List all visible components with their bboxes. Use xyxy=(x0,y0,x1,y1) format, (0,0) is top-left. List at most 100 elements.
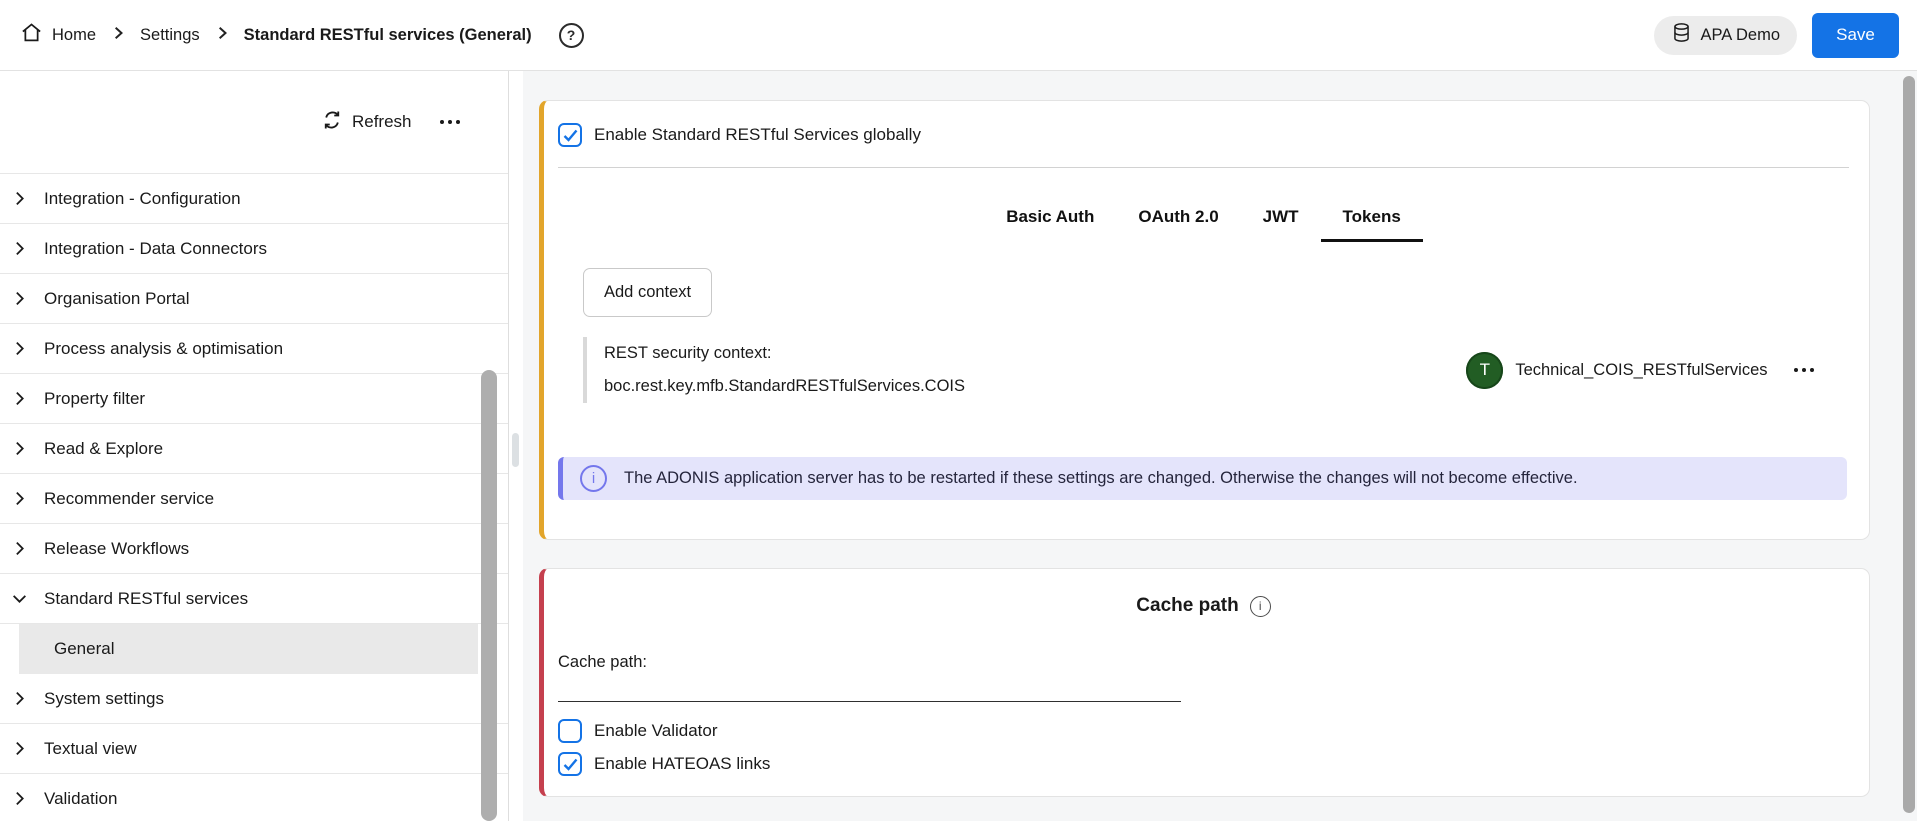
sidebar-item-label: Validation xyxy=(44,789,117,809)
enable-validator-label: Enable Validator xyxy=(594,721,718,741)
sidebar-item-validation[interactable]: Validation xyxy=(0,774,508,821)
settings-panels: Enable Standard RESTful Services globall… xyxy=(523,71,1917,821)
chevron-right-icon xyxy=(215,26,229,45)
sidebar-item-standard-restful-services[interactable]: Standard RESTful services xyxy=(0,574,508,624)
database-icon xyxy=(1671,22,1692,48)
add-context-button[interactable]: Add context xyxy=(583,268,712,317)
security-context-user: T Technical_COIS_RESTfulServices xyxy=(1466,352,1814,389)
settings-sidebar: Refresh Integration - Configuration Inte… xyxy=(0,71,509,821)
chevron-right-icon xyxy=(11,290,28,307)
breadcrumb-settings-label: Settings xyxy=(140,26,200,45)
chevron-right-icon xyxy=(11,240,28,257)
sidebar-item-label: System settings xyxy=(44,689,164,709)
sidebar-splitter-handle[interactable] xyxy=(512,433,519,467)
sidebar-item-label: Read & Explore xyxy=(44,439,163,459)
chevron-right-icon xyxy=(11,190,28,207)
cache-path-input[interactable] xyxy=(558,674,1181,702)
save-button[interactable]: Save xyxy=(1812,13,1899,58)
chevron-right-icon xyxy=(11,540,28,557)
enable-validator-checkbox[interactable] xyxy=(558,719,582,743)
top-bar: Home Settings Standard RESTful services … xyxy=(0,0,1917,71)
chevron-right-icon xyxy=(11,340,28,357)
header-actions: APA Demo Save xyxy=(1654,13,1899,58)
chevron-right-icon xyxy=(11,390,28,407)
sidebar-item-label: Process analysis & optimisation xyxy=(44,339,283,359)
sidebar-item-label: Integration - Configuration xyxy=(44,189,241,209)
chevron-right-icon xyxy=(11,440,28,457)
divider xyxy=(558,167,1849,168)
info-icon: i xyxy=(580,465,607,492)
settings-content-area: Enable Standard RESTful Services globall… xyxy=(509,71,1917,821)
refresh-icon xyxy=(322,110,342,135)
cache-path-header: Cache path i xyxy=(558,595,1849,617)
sidebar-item-label: Standard RESTful services xyxy=(44,589,248,609)
sidebar-item-integration-configuration[interactable]: Integration - Configuration xyxy=(0,174,508,224)
sidebar-item-label: Integration - Data Connectors xyxy=(44,239,267,259)
sidebar-item-textual-view[interactable]: Textual view xyxy=(0,724,508,774)
sidebar-more-icon[interactable] xyxy=(440,120,461,125)
breadcrumb-home-label: Home xyxy=(52,26,96,45)
restart-info-text: The ADONIS application server has to be … xyxy=(624,469,1578,488)
sidebar-item-integration-data-connectors[interactable]: Integration - Data Connectors xyxy=(0,224,508,274)
enable-validator-row: Enable Validator xyxy=(558,719,1849,743)
enable-rest-services-checkbox[interactable] xyxy=(558,123,582,147)
sidebar-subitem-general[interactable]: General xyxy=(19,624,478,674)
help-icon[interactable]: ? xyxy=(559,23,584,48)
enable-rest-services-row: Enable Standard RESTful Services globall… xyxy=(558,123,1849,147)
security-context-info: REST security context: boc.rest.key.mfb.… xyxy=(583,337,965,403)
avatar: T xyxy=(1466,352,1503,389)
tab-jwt[interactable]: JWT xyxy=(1241,204,1321,242)
sidebar-item-label: Property filter xyxy=(44,389,145,409)
breadcrumb: Home Settings Standard RESTful services … xyxy=(20,21,584,49)
restart-info-banner: i The ADONIS application server has to b… xyxy=(558,457,1847,500)
sidebar-subitem-label: General xyxy=(54,639,114,659)
chevron-right-icon xyxy=(111,26,125,45)
sidebar-scrollbar[interactable] xyxy=(481,370,497,821)
context-more-icon[interactable] xyxy=(1794,368,1815,373)
sidebar-item-process-analysis[interactable]: Process analysis & optimisation xyxy=(0,324,508,374)
security-context-row: REST security context: boc.rest.key.mfb.… xyxy=(583,337,1849,403)
chevron-right-icon xyxy=(11,690,28,707)
chevron-right-icon xyxy=(11,490,28,507)
sidebar-item-label: Release Workflows xyxy=(44,539,189,559)
breadcrumb-current-page: Standard RESTful services (General) xyxy=(244,26,532,45)
sidebar-item-label: Textual view xyxy=(44,739,137,759)
enable-hateoas-checkbox[interactable] xyxy=(558,752,582,776)
cache-path-label: Cache path: xyxy=(558,653,1849,672)
auth-tabs: Basic Auth OAuth 2.0 JWT Tokens xyxy=(558,204,1849,242)
sidebar-item-release-workflows[interactable]: Release Workflows xyxy=(0,524,508,574)
sidebar-item-property-filter[interactable]: Property filter xyxy=(0,374,508,424)
cache-path-title: Cache path xyxy=(1136,595,1238,617)
page-title: Standard RESTful services (General) xyxy=(244,26,532,45)
security-context-label: REST security context: xyxy=(604,337,965,370)
settings-nav: Integration - Configuration Integration … xyxy=(0,173,508,821)
sidebar-item-label: Organisation Portal xyxy=(44,289,190,309)
refresh-label: Refresh xyxy=(352,112,412,132)
cache-path-card: Cache path i Cache path: Enable Validato… xyxy=(539,568,1870,797)
repository-badge[interactable]: APA Demo xyxy=(1654,16,1797,55)
tab-oauth2[interactable]: OAuth 2.0 xyxy=(1116,204,1240,242)
tab-tokens[interactable]: Tokens xyxy=(1321,204,1423,242)
home-icon xyxy=(20,21,43,49)
sidebar-item-system-settings[interactable]: System settings xyxy=(0,674,508,724)
chevron-right-icon xyxy=(11,740,28,757)
main-scrollbar[interactable] xyxy=(1903,76,1915,813)
sidebar-toolbar: Refresh xyxy=(0,71,508,173)
info-icon[interactable]: i xyxy=(1250,596,1271,617)
security-context-user-name: Technical_COIS_RESTfulServices xyxy=(1515,361,1767,380)
enable-hateoas-row: Enable HATEOAS links xyxy=(558,752,1849,776)
sidebar-item-recommender-service[interactable]: Recommender service xyxy=(0,474,508,524)
refresh-button[interactable]: Refresh xyxy=(322,110,412,135)
enable-hateoas-label: Enable HATEOAS links xyxy=(594,754,770,774)
tab-basic-auth[interactable]: Basic Auth xyxy=(984,204,1116,242)
restful-services-card: Enable Standard RESTful Services globall… xyxy=(539,100,1870,540)
enable-rest-services-label: Enable Standard RESTful Services globall… xyxy=(594,125,921,145)
chevron-right-icon xyxy=(11,790,28,807)
breadcrumb-home[interactable]: Home xyxy=(20,21,96,49)
repository-badge-label: APA Demo xyxy=(1701,26,1780,45)
breadcrumb-settings[interactable]: Settings xyxy=(140,26,200,45)
sidebar-item-label: Recommender service xyxy=(44,489,214,509)
sidebar-item-organisation-portal[interactable]: Organisation Portal xyxy=(0,274,508,324)
chevron-down-icon xyxy=(11,590,28,607)
sidebar-item-read-explore[interactable]: Read & Explore xyxy=(0,424,508,474)
